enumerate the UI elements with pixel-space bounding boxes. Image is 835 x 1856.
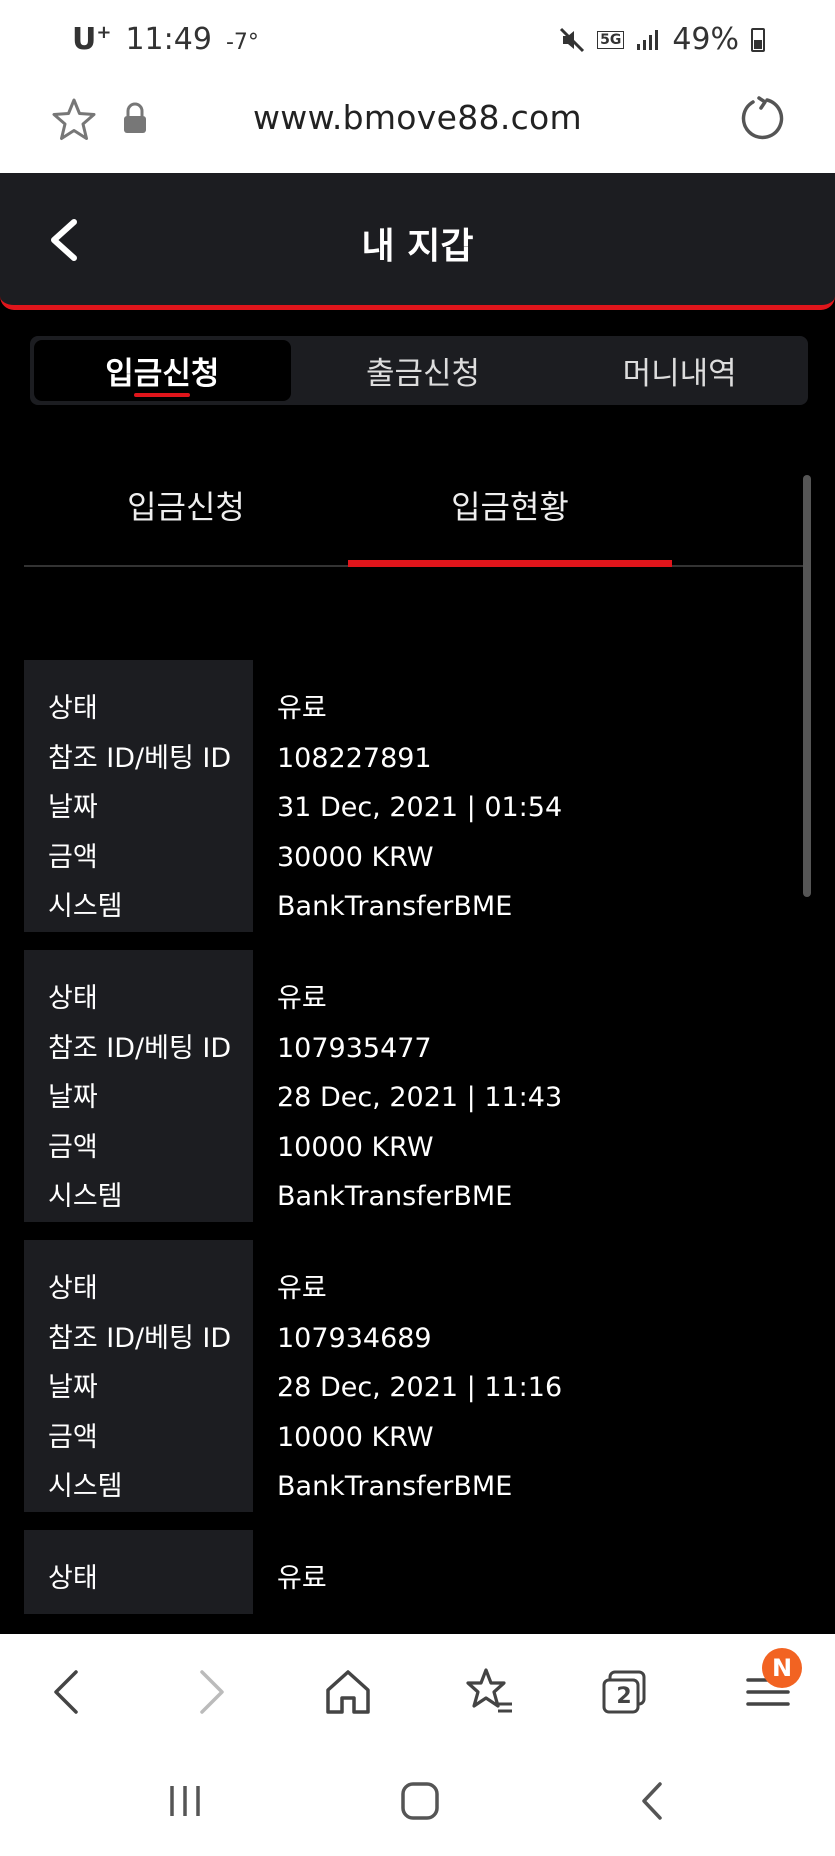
signal-icon — [637, 29, 659, 50]
value-ref-id: 107935477 — [277, 1032, 432, 1064]
tab-label: 출금신청 — [365, 356, 481, 392]
bookmarks-icon[interactable] — [460, 1664, 516, 1720]
menu-notification-badge: N — [762, 1648, 802, 1688]
value-amount: 30000 KRW — [277, 841, 434, 873]
tab-money-history[interactable]: 머니내역 — [551, 336, 808, 405]
subtab-deposit-request[interactable]: 입금신청 — [24, 465, 348, 565]
value-date: 28 Dec, 2021 | 11:43 — [277, 1082, 563, 1114]
label-date: 날짜 — [48, 792, 98, 824]
label-amount: 금액 — [48, 1421, 98, 1453]
record-card: 상태 참조 ID/베팅 ID 날짜 금액 시스템 유료 107934689 28… — [24, 1240, 814, 1512]
record-card: 상태 참조 ID/베팅 ID 날짜 금액 시스템 유료 107935477 28… — [24, 950, 814, 1222]
label-date: 날짜 — [48, 1372, 98, 1404]
label-system: 시스템 — [48, 1181, 123, 1213]
label-ref-id: 참조 ID/베팅 ID — [48, 1032, 232, 1064]
value-status: 유료 — [277, 693, 327, 724]
value-amount: 10000 KRW — [277, 1421, 434, 1453]
value-status: 유료 — [277, 1273, 327, 1304]
home-icon[interactable] — [320, 1664, 376, 1720]
deposit-records-list: 상태 참조 ID/베팅 ID 날짜 금액 시스템 유료 108227891 31… — [24, 660, 814, 1630]
value-status: 유료 — [277, 1563, 327, 1594]
system-nav-bar — [0, 1746, 835, 1856]
recent-apps-icon[interactable] — [160, 1776, 210, 1826]
temperature: -7° — [225, 30, 259, 55]
value-date: 31 Dec, 2021 | 01:54 — [277, 792, 563, 824]
browser-back-icon[interactable] — [40, 1664, 96, 1720]
record-labels: 상태 — [24, 1530, 253, 1614]
system-home-icon[interactable] — [395, 1776, 445, 1826]
record-labels: 상태 참조 ID/베팅 ID 날짜 금액 시스템 — [24, 950, 253, 1222]
subtab-deposit-status[interactable]: 입금현황 — [348, 465, 672, 567]
value-ref-id: 107934689 — [277, 1322, 432, 1354]
tab-label: 머니내역 — [622, 356, 737, 392]
status-bar: U+ 11:49 -7° 5G 49% — [0, 0, 835, 80]
tabs-count: 2 — [616, 1684, 632, 1709]
sub-tabs: 입금신청 입금현황 — [24, 465, 810, 567]
value-ref-id: 108227891 — [277, 742, 432, 774]
tab-deposit-request[interactable]: 입금신청 — [34, 340, 291, 401]
value-system: BankTransferBME — [277, 891, 513, 923]
app-header: 내 지갑 — [0, 173, 835, 310]
label-amount: 금액 — [48, 1131, 98, 1163]
label-date: 날짜 — [48, 1082, 98, 1114]
record-values: 유료 107935477 28 Dec, 2021 | 11:43 10000 … — [277, 950, 562, 1226]
tab-label: 입금신청 — [105, 356, 220, 392]
browser-forward-icon[interactable] — [182, 1664, 238, 1720]
reload-icon[interactable] — [737, 94, 785, 142]
record-labels: 상태 참조 ID/베팅 ID 날짜 금액 시스템 — [24, 1240, 253, 1512]
label-status: 상태 — [48, 983, 98, 1014]
label-status: 상태 — [48, 693, 98, 724]
url-bar: www.bmove88.com — [0, 80, 835, 173]
value-amount: 10000 KRW — [277, 1131, 434, 1163]
url-address[interactable]: www.bmove88.com — [0, 98, 835, 137]
label-system: 시스템 — [48, 1471, 123, 1503]
battery-percent: 49% — [672, 22, 739, 57]
system-back-icon[interactable] — [628, 1776, 678, 1826]
carrier-label: U+ — [72, 22, 112, 57]
tabs-button[interactable]: 2 — [598, 1664, 654, 1720]
page-title: 내 지갑 — [361, 226, 474, 267]
status-right: 5G 49% — [559, 22, 765, 57]
record-values: 유료 107934689 28 Dec, 2021 | 11:16 10000 … — [277, 1240, 562, 1516]
record-card: 상태 유료 — [24, 1530, 814, 1614]
label-system: 시스템 — [48, 891, 123, 923]
value-system: BankTransferBME — [277, 1181, 513, 1213]
label-amount: 금액 — [48, 841, 98, 873]
label-status: 상태 — [48, 1273, 98, 1304]
battery-icon — [751, 27, 765, 52]
record-values: 유료 108227891 31 Dec, 2021 | 01:54 30000 … — [277, 660, 562, 936]
record-values: 유료 — [277, 1530, 327, 1608]
status-left: U+ 11:49 -7° — [72, 22, 259, 57]
label-status: 상태 — [48, 1563, 98, 1594]
main-tabs: 입금신청 출금신청 머니내역 — [30, 336, 808, 405]
record-labels: 상태 참조 ID/베팅 ID 날짜 금액 시스템 — [24, 660, 253, 932]
value-date: 28 Dec, 2021 | 11:16 — [277, 1372, 563, 1404]
browser-toolbar: 2 N — [0, 1634, 835, 1746]
label-ref-id: 참조 ID/베팅 ID — [48, 1322, 232, 1354]
mute-icon — [560, 27, 585, 52]
active-tab-indicator — [134, 393, 191, 397]
label-ref-id: 참조 ID/베팅 ID — [48, 742, 232, 774]
clock: 11:49 — [125, 22, 212, 57]
tab-withdraw-request[interactable]: 출금신청 — [295, 336, 552, 405]
network-type: 5G — [597, 30, 625, 49]
value-status: 유료 — [277, 983, 327, 1014]
record-card: 상태 참조 ID/베팅 ID 날짜 금액 시스템 유료 108227891 31… — [24, 660, 814, 932]
value-system: BankTransferBME — [277, 1471, 513, 1503]
